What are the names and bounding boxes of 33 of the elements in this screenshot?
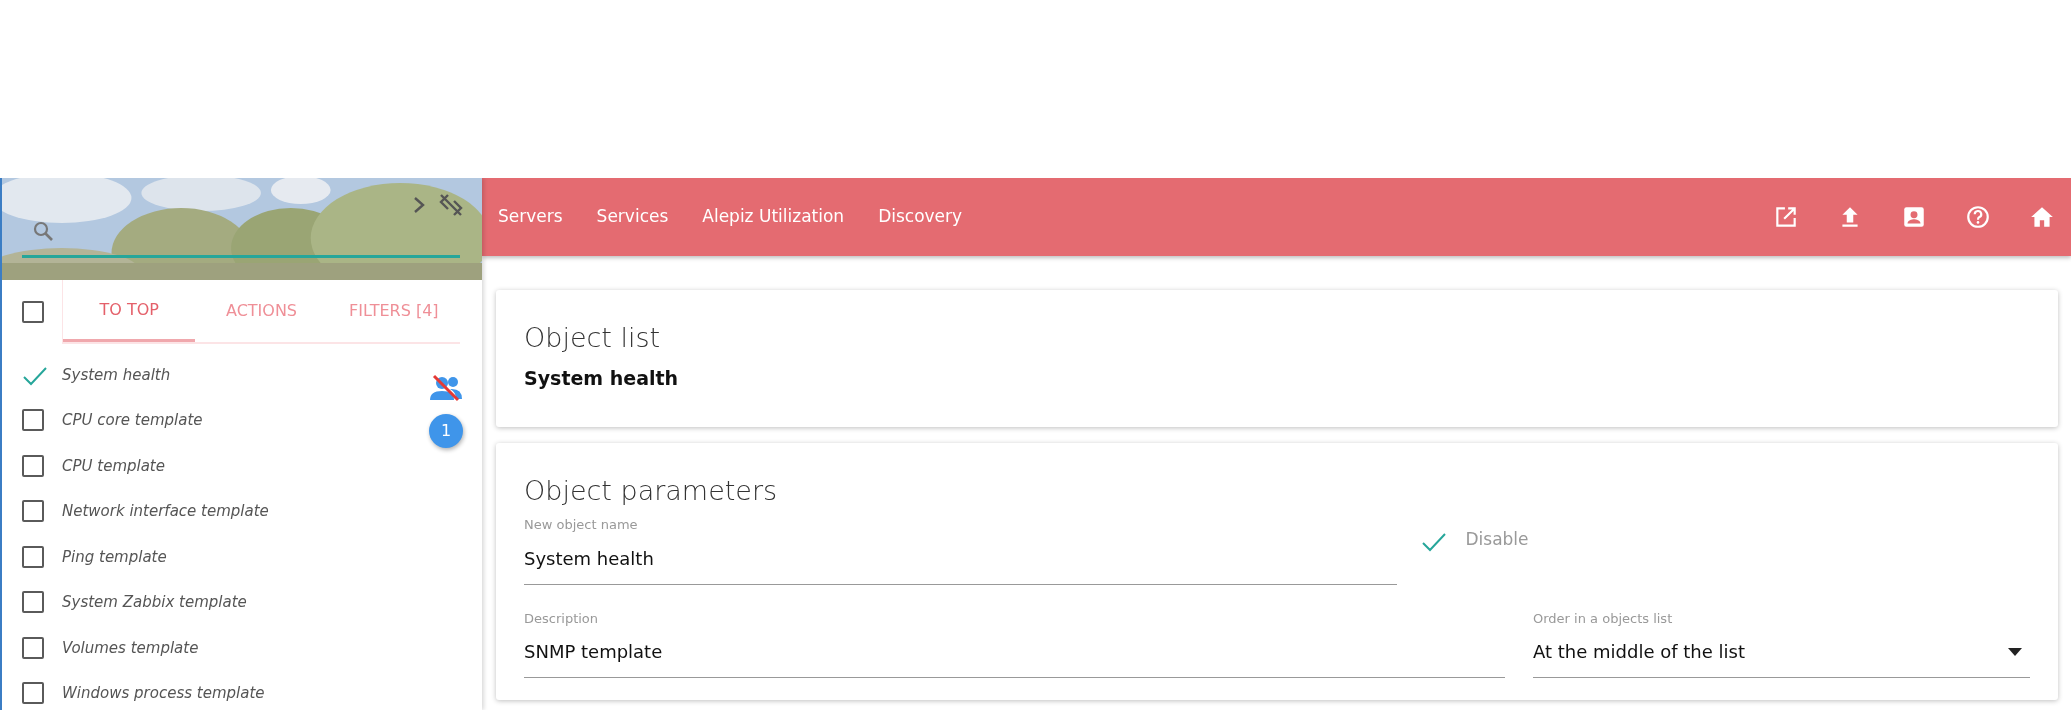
list-item[interactable]: CPU template bbox=[62, 454, 165, 477]
description-field[interactable]: SNMP template bbox=[524, 628, 1505, 679]
contact-card-icon[interactable] bbox=[1901, 204, 1927, 230]
list-item[interactable]: Network interface template bbox=[62, 500, 269, 523]
count-badge: 1 bbox=[429, 414, 463, 448]
dropdown-caret-icon bbox=[2008, 647, 2022, 656]
checkbox[interactable] bbox=[22, 500, 44, 523]
list-item[interactable]: System Zabbix template bbox=[62, 591, 247, 614]
field-label: Order in a objects list bbox=[1533, 609, 1674, 628]
checkbox[interactable] bbox=[22, 591, 44, 614]
field-label: New object name bbox=[524, 516, 639, 535]
checkbox[interactable] bbox=[22, 545, 44, 568]
name-field[interactable]: System health bbox=[524, 534, 1398, 585]
select-all-checkbox[interactable] bbox=[22, 301, 44, 323]
collapse-icon[interactable] bbox=[438, 192, 464, 218]
checkbox[interactable] bbox=[22, 636, 44, 659]
checkbox[interactable] bbox=[22, 409, 44, 432]
users-off-icon[interactable] bbox=[428, 374, 464, 402]
checkbox-label: Disable bbox=[1465, 528, 1529, 552]
list-item[interactable]: CPU core template bbox=[62, 409, 203, 432]
list-item[interactable]: Volumes template bbox=[62, 636, 199, 659]
card-title: Object list bbox=[524, 322, 662, 355]
order-select[interactable]: At the middle of the list bbox=[1533, 628, 2030, 679]
checkbox[interactable] bbox=[22, 454, 44, 477]
list-item[interactable]: Windows process template bbox=[62, 682, 265, 705]
help-icon[interactable] bbox=[1965, 204, 1991, 230]
checkbox[interactable] bbox=[22, 682, 44, 705]
open-in-new-icon[interactable] bbox=[1773, 204, 1799, 230]
card-title: Object parameters bbox=[524, 474, 779, 508]
selected-object: System health bbox=[524, 366, 680, 392]
list-item[interactable]: System health bbox=[62, 363, 171, 386]
list-item[interactable]: Ping template bbox=[62, 545, 167, 568]
field-label: Description bbox=[524, 609, 600, 628]
